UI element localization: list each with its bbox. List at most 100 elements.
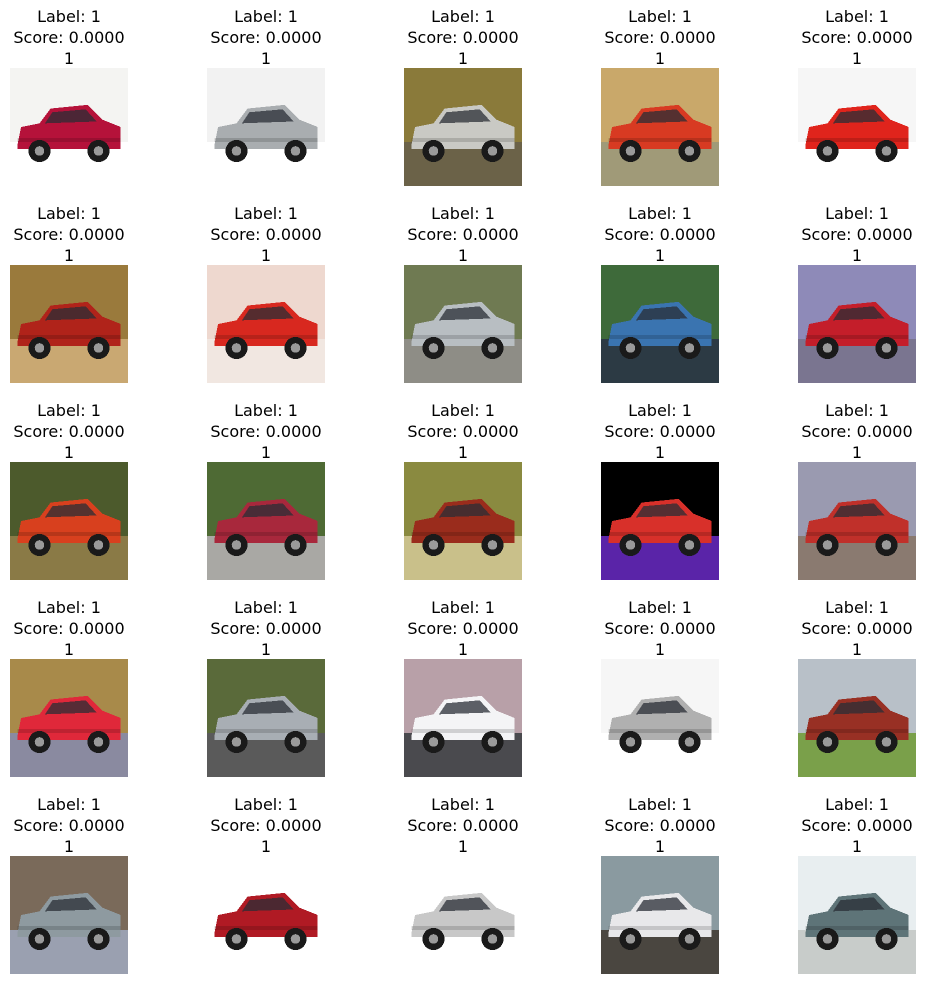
car-image (10, 462, 128, 580)
car-trim (805, 138, 909, 142)
car-hubcap-front (428, 934, 439, 944)
car-hubcap-front (428, 146, 439, 156)
panel-label-text: Label: 1 (825, 598, 889, 617)
image-panel: Label: 1 Score: 0.0000 1 (0, 788, 149, 978)
panel-title: Label: 1 Score: 0.0000 1 (777, 203, 925, 266)
panel-label-text: Label: 1 (825, 7, 889, 26)
panel-title: Label: 1 Score: 0.0000 1 (0, 6, 149, 69)
car-hubcap-front (231, 934, 242, 944)
car-trim (214, 926, 318, 930)
car-hubcap-rear (93, 343, 104, 353)
panel-score-text: Score: 0.0000 (604, 28, 716, 47)
car-hubcap-front (428, 737, 439, 747)
image-panel: Label: 1 Score: 0.0000 1 (186, 394, 346, 584)
car-image (207, 68, 325, 186)
car-image (404, 68, 522, 186)
panel-title: Label: 1 Score: 0.0000 1 (0, 400, 149, 463)
image-panel: Label: 1 Score: 0.0000 1 (383, 0, 543, 190)
panel-title: Label: 1 Score: 0.0000 1 (0, 794, 149, 857)
car-trim (214, 335, 318, 339)
panel-pred-text: 1 (851, 640, 863, 659)
car-hubcap-front (34, 737, 45, 747)
car-hubcap-rear (881, 540, 892, 550)
image-panel: Label: 1 Score: 0.0000 1 (186, 0, 346, 190)
car-image (601, 659, 719, 777)
panel-label-text: Label: 1 (825, 795, 889, 814)
car-hubcap-rear (881, 146, 892, 156)
panel-score-text: Score: 0.0000 (801, 28, 913, 47)
car-image (404, 856, 522, 974)
image-panel: Label: 1 Score: 0.0000 1 (777, 0, 925, 190)
panel-pred-text: 1 (457, 443, 469, 462)
car-image (404, 265, 522, 383)
panel-label-text: Label: 1 (234, 401, 298, 420)
image-panel: Label: 1 Score: 0.0000 1 (777, 788, 925, 978)
panel-title: Label: 1 Score: 0.0000 1 (186, 597, 346, 660)
car-image (601, 68, 719, 186)
panel-label-text: Label: 1 (628, 7, 692, 26)
panel-pred-text: 1 (260, 246, 272, 265)
image-grid: Label: 1 Score: 0.0000 1 Label: 1 Score: 0.0… (0, 0, 925, 990)
image-panel: Label: 1 Score: 0.0000 1 (580, 591, 740, 781)
panel-pred-text: 1 (851, 246, 863, 265)
panel-score-text: Score: 0.0000 (13, 225, 125, 244)
car-trim (805, 729, 909, 733)
panel-label-text: Label: 1 (37, 7, 101, 26)
car-image (798, 68, 916, 186)
image-panel: Label: 1 Score: 0.0000 1 (186, 591, 346, 781)
panel-pred-text: 1 (654, 443, 666, 462)
car-image (404, 659, 522, 777)
car-hubcap-front (34, 343, 45, 353)
car-trim (411, 532, 515, 536)
panel-title: Label: 1 Score: 0.0000 1 (580, 794, 740, 857)
car-trim (411, 138, 515, 142)
panel-label-text: Label: 1 (234, 204, 298, 223)
car-hubcap-rear (684, 146, 695, 156)
car-image (601, 265, 719, 383)
panel-score-text: Score: 0.0000 (13, 619, 125, 638)
panel-score-text: Score: 0.0000 (210, 422, 322, 441)
panel-title: Label: 1 Score: 0.0000 1 (383, 794, 543, 857)
panel-title: Label: 1 Score: 0.0000 1 (580, 203, 740, 266)
car-hubcap-front (822, 540, 833, 550)
panel-pred-text: 1 (260, 49, 272, 68)
panel-label-text: Label: 1 (37, 401, 101, 420)
car-hubcap-rear (290, 343, 301, 353)
car-image (207, 856, 325, 974)
panel-label-text: Label: 1 (628, 204, 692, 223)
panel-title: Label: 1 Score: 0.0000 1 (186, 400, 346, 463)
panel-title: Label: 1 Score: 0.0000 1 (383, 597, 543, 660)
panel-title: Label: 1 Score: 0.0000 1 (580, 400, 740, 463)
car-hubcap-front (625, 146, 636, 156)
panel-score-text: Score: 0.0000 (801, 619, 913, 638)
car-hubcap-front (625, 540, 636, 550)
image-panel: Label: 1 Score: 0.0000 1 (383, 591, 543, 781)
car-trim (805, 532, 909, 536)
panel-score-text: Score: 0.0000 (13, 422, 125, 441)
panel-label-text: Label: 1 (37, 598, 101, 617)
panel-title: Label: 1 Score: 0.0000 1 (186, 794, 346, 857)
panel-title: Label: 1 Score: 0.0000 1 (777, 400, 925, 463)
car-trim (608, 532, 712, 536)
panel-label-text: Label: 1 (37, 204, 101, 223)
image-panel: Label: 1 Score: 0.0000 1 (0, 0, 149, 190)
image-panel: Label: 1 Score: 0.0000 1 (580, 394, 740, 584)
car-hubcap-rear (93, 146, 104, 156)
image-panel: Label: 1 Score: 0.0000 1 (383, 788, 543, 978)
panel-title: Label: 1 Score: 0.0000 1 (0, 203, 149, 266)
panel-score-text: Score: 0.0000 (604, 422, 716, 441)
car-hubcap-front (34, 540, 45, 550)
car-trim (805, 335, 909, 339)
panel-pred-text: 1 (63, 246, 75, 265)
panel-pred-text: 1 (654, 49, 666, 68)
car-hubcap-rear (684, 343, 695, 353)
car-image (207, 462, 325, 580)
panel-score-text: Score: 0.0000 (210, 816, 322, 835)
image-panel: Label: 1 Score: 0.0000 1 (0, 591, 149, 781)
panel-label-text: Label: 1 (431, 598, 495, 617)
car-hubcap-front (625, 934, 636, 944)
car-hubcap-front (34, 146, 45, 156)
panel-label-text: Label: 1 (234, 7, 298, 26)
panel-pred-text: 1 (851, 49, 863, 68)
panel-pred-text: 1 (457, 640, 469, 659)
